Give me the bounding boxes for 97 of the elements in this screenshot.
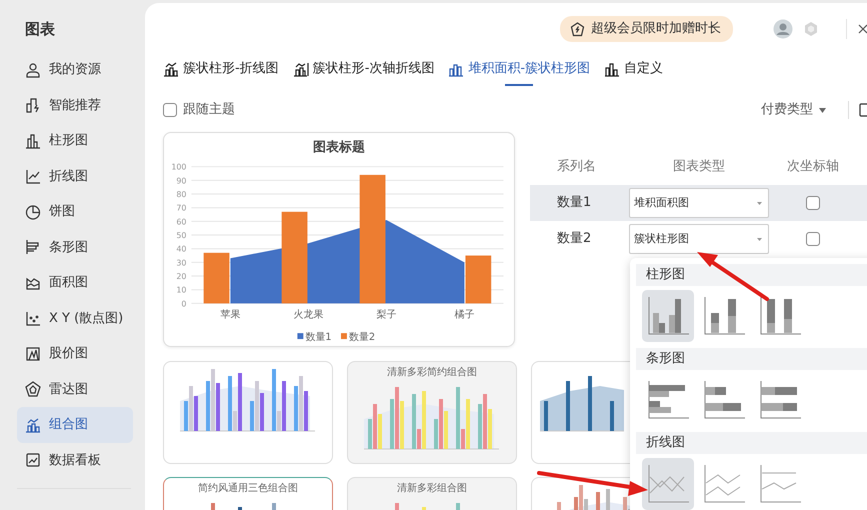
axis-tick-label: 30 bbox=[176, 258, 186, 268]
caret-icon bbox=[757, 202, 762, 204]
chart-type-option[interactable] bbox=[642, 290, 694, 342]
avatar[interactable] bbox=[773, 19, 793, 39]
axis-tick-label: 100 bbox=[171, 162, 186, 172]
sidebar-item[interactable]: 条形图 bbox=[17, 230, 133, 265]
axis-tick-label: 10 bbox=[176, 286, 186, 295]
close-icon bbox=[857, 23, 867, 35]
chart-type-icon bbox=[647, 297, 689, 335]
menu-section-header: 条形图 bbox=[636, 348, 867, 370]
stock-chart-icon bbox=[25, 346, 41, 362]
series-name: 数量2 bbox=[557, 231, 592, 246]
chart-type-icon bbox=[647, 381, 689, 419]
legend-label: 数量1 bbox=[305, 332, 332, 344]
bar-chart-icon bbox=[604, 61, 620, 77]
caret-icon bbox=[819, 108, 826, 112]
column-header: 系列名 bbox=[557, 158, 596, 174]
chart-type-select[interactable]: 簇状柱形图 bbox=[629, 224, 769, 254]
chart-type-icon bbox=[703, 465, 745, 503]
chart-type-icon bbox=[759, 381, 801, 419]
sidebar-item[interactable]: X Y (散点图) bbox=[17, 300, 133, 336]
combo-chart-icon bbox=[25, 416, 41, 433]
axis-tick-label: 80 bbox=[176, 190, 186, 199]
checkbox[interactable] bbox=[163, 103, 177, 117]
chart-title: 图表标题 bbox=[313, 140, 365, 155]
legend-swatch bbox=[297, 333, 304, 340]
scatter-chart-icon bbox=[25, 310, 41, 326]
pie-chart-icon bbox=[25, 204, 41, 220]
chart-preview-card[interactable]: 图表标题 0 10 20 30 40 50 60 70 80 90 100 苹果 火龙果 梨子 橘子 数量1 数量2 bbox=[163, 132, 515, 347]
axis-tick-label: 90 bbox=[176, 176, 186, 186]
series-row[interactable]: 数量1 堆积面积图 bbox=[530, 185, 867, 221]
chart-tab[interactable]: 堆积面积-簇状柱形图 bbox=[448, 55, 590, 83]
sidebar-item[interactable]: 数据看板 bbox=[17, 442, 133, 478]
bar bbox=[465, 256, 492, 304]
series-row[interactable]: 数量2 簇状柱形图 bbox=[530, 221, 867, 257]
chart-type-select[interactable]: 堆积面积图 bbox=[629, 188, 769, 218]
axis-tick-label: 60 bbox=[176, 217, 186, 226]
template-title: 清新多彩简约组合图 bbox=[387, 366, 477, 380]
sidebar-item[interactable]: 柱形图 bbox=[17, 123, 133, 158]
layout-icon bbox=[859, 103, 867, 117]
category-label: 火龙果 bbox=[293, 309, 324, 320]
axis-tick-label: 20 bbox=[176, 272, 186, 282]
chart-bolt-icon bbox=[25, 97, 41, 114]
chart-type-icon bbox=[759, 465, 801, 503]
sidebar-item[interactable]: 雷达图 bbox=[17, 372, 133, 407]
template-title: 清新多彩组合图 bbox=[397, 482, 467, 496]
bar-chart-icon bbox=[25, 132, 41, 149]
sidebar-title: 图表 bbox=[24, 19, 56, 40]
radar-icon bbox=[25, 381, 41, 398]
category-label: 橘子 bbox=[454, 309, 474, 320]
legend-label: 数量2 bbox=[348, 332, 376, 344]
bar bbox=[204, 252, 230, 304]
chart-type-icon bbox=[647, 465, 689, 503]
chart-type-icon bbox=[759, 297, 801, 335]
menu-section-header: 柱形图 bbox=[636, 264, 867, 286]
series-name: 数量1 bbox=[557, 195, 592, 210]
combo-chart-icon bbox=[292, 61, 309, 77]
sidebar-item[interactable]: 我的资源 bbox=[17, 52, 133, 88]
template-thumbnail[interactable] bbox=[163, 361, 333, 464]
sidebar-item[interactable]: 股价图 bbox=[17, 336, 133, 372]
axis-tick-label: 50 bbox=[176, 231, 186, 240]
category-label: 苹果 bbox=[220, 309, 240, 320]
template-thumbnail[interactable]: 简约风通用三色组合图 bbox=[163, 477, 333, 510]
person-icon bbox=[25, 62, 41, 78]
template-title: 简约风通用三色组合图 bbox=[198, 482, 298, 496]
column-header: 图表类型 bbox=[673, 158, 725, 174]
chart-tab[interactable]: 簇状柱形-次轴折线图 bbox=[292, 55, 434, 83]
chart-type-icon bbox=[703, 297, 745, 335]
bar-horizontal-icon bbox=[25, 239, 41, 256]
filter-dropdown[interactable]: 付费类型 bbox=[761, 100, 826, 120]
line-chart-icon bbox=[25, 168, 41, 184]
axis-tick-label: 70 bbox=[176, 204, 186, 213]
sidebar-item[interactable]: 折线图 bbox=[17, 158, 133, 194]
chart-tab[interactable]: 自定义 bbox=[604, 55, 664, 83]
menu-section-header: 折线图 bbox=[636, 432, 867, 454]
sidebar-item[interactable]: 面积图 bbox=[17, 265, 133, 300]
chart-type-option[interactable] bbox=[642, 458, 694, 510]
sidebar-item[interactable]: 智能推荐 bbox=[17, 88, 133, 123]
template-thumbnail[interactable]: 清新多彩简约组合图 bbox=[347, 361, 517, 464]
axis-tick-label: 0 bbox=[181, 299, 186, 308]
sidebar-item[interactable]: 饼图 bbox=[17, 194, 133, 230]
category-label: 梨子 bbox=[376, 309, 396, 320]
caret-icon bbox=[757, 238, 762, 240]
chart-type-icon bbox=[703, 381, 745, 419]
checkbox[interactable] bbox=[806, 196, 820, 210]
combo-chart-icon bbox=[163, 61, 179, 77]
dashboard-icon bbox=[25, 452, 41, 468]
column-header: 次坐标轴 bbox=[787, 158, 839, 176]
chart-tab[interactable]: 簇状柱形-折线图 bbox=[163, 55, 279, 83]
checkbox[interactable] bbox=[806, 232, 820, 246]
template-thumbnail[interactable]: 清新多彩组合图 bbox=[347, 477, 517, 510]
legend-swatch bbox=[340, 333, 347, 340]
axis-tick-label: 40 bbox=[176, 244, 186, 254]
sidebar-item[interactable]: 组合图 bbox=[17, 407, 133, 442]
pointer-arrow bbox=[697, 252, 769, 301]
promo-badge[interactable]: 超级会员限时加赠时长 bbox=[560, 16, 733, 42]
checkbox-label: 跟随主题 bbox=[183, 101, 235, 120]
